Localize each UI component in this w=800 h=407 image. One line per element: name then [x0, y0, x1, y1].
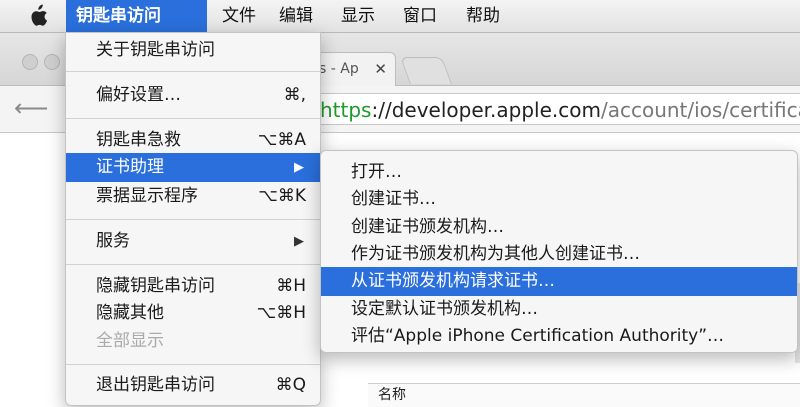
submenu-arrow-icon: ▶	[294, 160, 304, 175]
shortcut-label: ⌥⌘K	[258, 186, 306, 206]
menu-item-preferences[interactable]: 偏好设置… ⌘,	[66, 81, 320, 110]
menu-item-hide-others[interactable]: 隐藏其他 ⌥⌘H	[66, 299, 320, 328]
menu-item-label: 全部显示	[96, 331, 164, 351]
url-separator: ://	[371, 98, 392, 122]
new-tab-button[interactable]	[400, 57, 452, 84]
keychain-access-menu: 关于钥匙串访问 偏好设置… ⌘, 钥匙串急救 ⌥⌘A 证书助理 ▶ 票据显示程序…	[65, 32, 321, 406]
minimize-window-button[interactable]	[44, 54, 60, 70]
menu-item-quit[interactable]: 退出钥匙串访问 ⌘Q	[66, 371, 320, 400]
url-scheme: https	[320, 98, 372, 122]
apple-logo-icon[interactable]	[28, 4, 48, 28]
address-bar[interactable]: https://developer.apple.com/account/ios/…	[305, 93, 800, 125]
menu-edit[interactable]: 编辑	[269, 0, 323, 32]
menu-view[interactable]: 显示	[331, 0, 385, 32]
menu-keychain-access[interactable]: 钥匙串访问	[66, 0, 207, 32]
menu-help[interactable]: 帮助	[456, 0, 510, 32]
submenu-arrow-icon: ▶	[294, 234, 304, 249]
close-window-button[interactable]	[22, 54, 38, 70]
menu-separator	[66, 219, 320, 220]
tab-title: s - Ap	[319, 61, 359, 77]
column-header-name[interactable]: 名称	[368, 383, 800, 407]
url-text: https://developer.apple.com/account/ios/…	[320, 98, 800, 122]
submenu-item-create-ca[interactable]: 创建证书颁发机构…	[321, 213, 797, 242]
shortcut-label: ⌥⌘A	[257, 130, 306, 150]
menu-item-label: 隐藏钥匙串访问	[96, 276, 215, 296]
submenu-item-create-certificate[interactable]: 创建证书…	[321, 185, 797, 214]
shortcut-label: ⌘Q	[275, 375, 306, 395]
shortcut-label: ⌥⌘H	[256, 303, 306, 323]
shortcut-label: ⌘H	[276, 276, 306, 296]
menu-item-label: 偏好设置…	[96, 85, 181, 105]
menu-separator	[66, 118, 320, 119]
tab-close-icon[interactable]: ✕	[374, 53, 387, 85]
menu-file[interactable]: 文件	[212, 0, 266, 32]
menu-item-label: 关于钥匙串访问	[96, 40, 215, 60]
submenu-item-request-from-ca[interactable]: 从证书颁发机构请求证书…	[321, 267, 797, 296]
menu-item-services[interactable]: 服务 ▶	[66, 227, 320, 256]
menu-separator	[66, 364, 320, 365]
menu-item-label: 票据显示程序	[96, 186, 198, 206]
menu-item-label: 退出钥匙串访问	[96, 375, 215, 395]
menu-separator	[66, 71, 320, 72]
menu-item-label: 钥匙串急救	[96, 130, 181, 150]
submenu-item-set-default-ca[interactable]: 设定默认证书颁发机构…	[321, 295, 797, 324]
menu-separator	[66, 264, 320, 265]
menu-window[interactable]: 窗口	[393, 0, 447, 32]
certificate-assistant-submenu: 打开… 创建证书… 创建证书颁发机构… 作为证书颁发机构为其他人创建证书… 从证…	[320, 150, 798, 353]
shortcut-label: ⌘,	[283, 85, 306, 105]
back-arrow-icon[interactable]: ⟵	[14, 94, 48, 122]
menu-item-certificate-assistant[interactable]: 证书助理 ▶	[66, 153, 320, 182]
url-path: /account/ios/certificate/	[600, 98, 800, 122]
url-host: developer.apple.com	[391, 98, 601, 122]
menu-item-hide[interactable]: 隐藏钥匙串访问 ⌘H	[66, 272, 320, 301]
menu-item-ticket-viewer[interactable]: 票据显示程序 ⌥⌘K	[66, 182, 320, 211]
menu-item-show-all: 全部显示	[66, 327, 320, 356]
submenu-item-open[interactable]: 打开…	[321, 158, 797, 187]
submenu-item-evaluate[interactable]: 评估“Apple iPhone Certification Authority”…	[321, 322, 797, 351]
menu-item-label: 证书助理	[96, 157, 164, 177]
submenu-item-create-cert-for-others[interactable]: 作为证书颁发机构为其他人创建证书…	[321, 240, 797, 269]
menu-bar: 钥匙串访问 文件 编辑 显示 窗口 帮助	[0, 0, 800, 33]
menu-item-about[interactable]: 关于钥匙串访问	[66, 36, 320, 65]
menu-item-label: 隐藏其他	[96, 303, 164, 323]
menu-item-label: 服务	[96, 231, 130, 251]
menu-item-first-aid[interactable]: 钥匙串急救 ⌥⌘A	[66, 126, 320, 155]
